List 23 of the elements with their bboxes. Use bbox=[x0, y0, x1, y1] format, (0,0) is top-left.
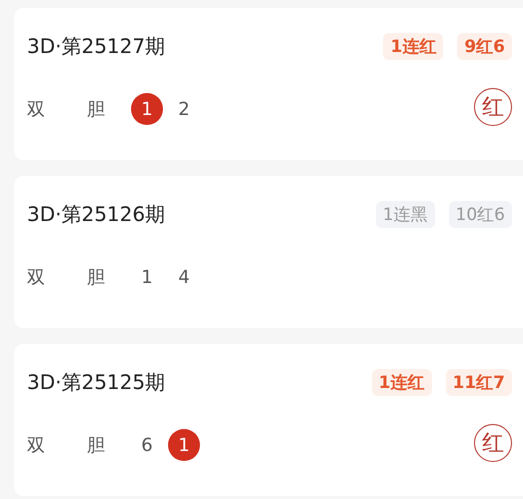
result-stamp: 红 bbox=[474, 88, 512, 126]
streak-tag: 9红6 bbox=[457, 32, 512, 60]
pick-label: 胆 bbox=[87, 434, 105, 457]
pick-number: 1 bbox=[140, 266, 154, 290]
streak-tag: 1连黑 bbox=[376, 200, 435, 228]
pick-label: 双 bbox=[27, 266, 45, 289]
pick-label: 胆 bbox=[87, 98, 105, 121]
streak-tag: 1连红 bbox=[383, 32, 444, 60]
pick-label: 胆 bbox=[87, 266, 105, 289]
pick-label: 双 bbox=[27, 98, 45, 121]
streak-tag: 10红6 bbox=[448, 200, 512, 228]
hit-number-ball: 1 bbox=[131, 93, 163, 125]
issue-title: 3D·第25126期 bbox=[27, 200, 166, 228]
streak-tag: 11红7 bbox=[446, 368, 512, 396]
issue-title: 3D·第25125期 bbox=[27, 368, 166, 396]
result-stamp: 红 bbox=[474, 424, 512, 462]
pick-number: 6 bbox=[140, 434, 154, 458]
pick-number: 4 bbox=[177, 266, 191, 290]
issue-title: 3D·第25127期 bbox=[27, 32, 166, 60]
streak-tag: 1连红 bbox=[372, 368, 432, 396]
pick-number: 2 bbox=[177, 98, 191, 122]
hit-number-ball: 1 bbox=[168, 429, 200, 461]
pick-label: 双 bbox=[27, 434, 45, 457]
